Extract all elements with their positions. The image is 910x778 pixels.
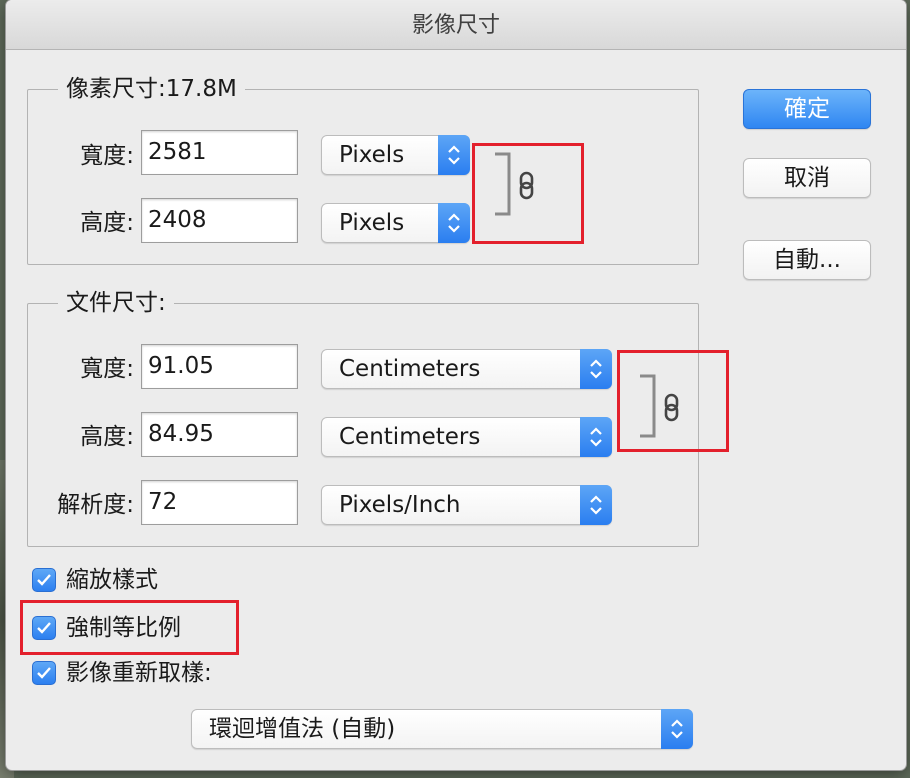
resolution-unit-select[interactable]: Pixels/Inch	[321, 485, 612, 525]
highlight-box-document-link	[617, 350, 729, 452]
document-width-unit-select[interactable]: Centimeters	[321, 349, 612, 389]
scale-styles-label: 縮放樣式	[66, 567, 158, 593]
highlight-box-pixel-link	[472, 143, 584, 244]
document-width-label: 寬度:	[80, 356, 134, 382]
pixel-height-unit-value: Pixels	[339, 210, 405, 236]
up-down-chevron-icon	[661, 709, 693, 749]
checkmark-icon	[37, 667, 51, 679]
up-down-chevron-icon	[438, 203, 470, 243]
dialog-title: 影像尺寸	[6, 0, 906, 50]
resolution-input[interactable]: 72	[141, 480, 298, 525]
up-down-chevron-icon	[438, 135, 470, 175]
scale-styles-checkbox[interactable]	[32, 568, 56, 592]
resample-image-checkbox[interactable]	[32, 661, 56, 685]
pixel-height-unit-select[interactable]: Pixels	[321, 203, 470, 243]
document-width-input[interactable]: 91.05	[141, 344, 298, 389]
document-height-unit-select[interactable]: Centimeters	[321, 417, 612, 457]
pixel-width-unit-value: Pixels	[339, 142, 405, 168]
resample-method-value: 環迴增值法 (自動)	[209, 716, 396, 742]
pixel-height-input[interactable]: 2408	[141, 198, 298, 243]
pixel-height-label: 高度:	[80, 210, 134, 236]
document-width-unit-value: Centimeters	[339, 356, 481, 382]
auto-button[interactable]: 自動...	[743, 240, 871, 280]
up-down-chevron-icon	[580, 485, 612, 525]
resolution-unit-value: Pixels/Inch	[339, 492, 461, 518]
resample-image-label: 影像重新取樣:	[66, 660, 212, 686]
pixel-width-unit-select[interactable]: Pixels	[321, 135, 470, 175]
resample-method-select[interactable]: 環迴增值法 (自動)	[191, 709, 693, 749]
document-height-label: 高度:	[80, 424, 134, 450]
document-size-legend: 文件尺寸:	[58, 288, 174, 318]
ok-button[interactable]: 確定	[743, 89, 871, 129]
cancel-button[interactable]: 取消	[743, 158, 871, 198]
pixel-dimensions-legend: 像素尺寸:17.8M	[58, 74, 245, 104]
up-down-chevron-icon	[580, 417, 612, 457]
document-height-input[interactable]: 84.95	[141, 412, 298, 457]
pixel-width-label: 寬度:	[80, 143, 134, 169]
up-down-chevron-icon	[580, 349, 612, 389]
document-height-unit-value: Centimeters	[339, 424, 481, 450]
pixel-width-input[interactable]: 2581	[141, 130, 298, 175]
resolution-label: 解析度:	[57, 492, 134, 518]
image-size-dialog: 影像尺寸 像素尺寸:17.8M 寬度: 2581 Pixels 高度: 2408…	[6, 0, 906, 770]
checkmark-icon	[37, 574, 51, 586]
highlight-box-constrain	[20, 600, 239, 655]
